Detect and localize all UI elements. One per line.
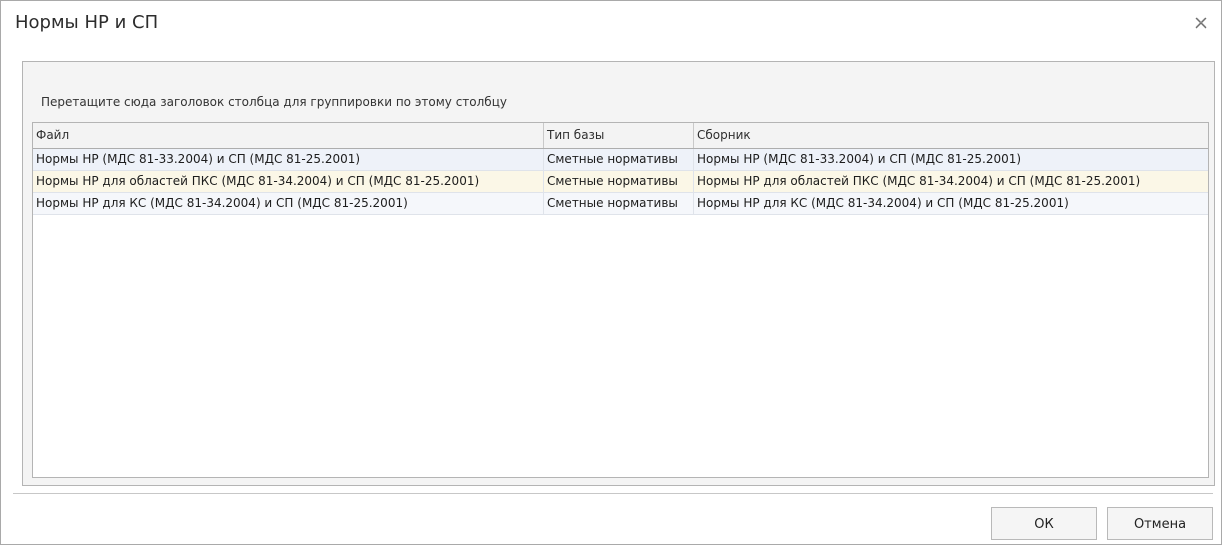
cell-base-type: Сметные нормативы: [544, 193, 694, 214]
title-bar: Нормы НР и СП: [1, 1, 1221, 45]
column-header-file[interactable]: Файл: [33, 123, 544, 148]
cell-collection: Нормы НР (МДС 81-33.2004) и СП (МДС 81-2…: [697, 152, 1022, 166]
cell-base-type: Сметные нормативы: [544, 171, 694, 192]
cell-collection: Нормы НР для областей ПКС (МДС 81-34.200…: [697, 174, 1141, 188]
table-header: Файл Тип базы Сборник: [33, 123, 1208, 149]
cell-base-type: Сметные нормативы: [544, 149, 694, 170]
group-by-panel[interactable]: Перетащите сюда заголовок столбца для гр…: [23, 62, 1200, 120]
cell-file: Нормы НР (МДС 81-33.2004) и СП (МДС 81-2…: [33, 149, 544, 170]
cell-file: Нормы НР для областей ПКС (МДС 81-34.200…: [33, 171, 544, 192]
ok-button[interactable]: ОК: [991, 507, 1097, 540]
grid-panel: Перетащите сюда заголовок столбца для гр…: [22, 61, 1215, 486]
cell-collection: Нормы НР для КС (МДС 81-34.2004) и СП (М…: [697, 196, 1069, 210]
cancel-button[interactable]: Отмена: [1107, 507, 1213, 540]
table-row[interactable]: Нормы НР для КС (МДС 81-34.2004) и СП (М…: [33, 193, 1208, 215]
dialog-window: Нормы НР и СП Перетащите сюда заголовок …: [0, 0, 1222, 545]
column-header-base-type[interactable]: Тип базы: [544, 123, 694, 148]
close-icon[interactable]: [1193, 15, 1209, 31]
table-row[interactable]: Нормы НР (МДС 81-33.2004) и СП (МДС 81-2…: [33, 149, 1208, 171]
group-by-hint: Перетащите сюда заголовок столбца для гр…: [41, 95, 507, 109]
column-header-collection[interactable]: Сборник: [694, 123, 1208, 148]
norms-table: Файл Тип базы Сборник Нормы НР (МДС 81-3…: [32, 122, 1209, 478]
dialog-title: Нормы НР и СП: [15, 12, 159, 33]
cell-file: Нормы НР для КС (МДС 81-34.2004) и СП (М…: [33, 193, 544, 214]
footer-separator: [13, 493, 1213, 494]
table-row[interactable]: Нормы НР для областей ПКС (МДС 81-34.200…: [33, 171, 1208, 193]
